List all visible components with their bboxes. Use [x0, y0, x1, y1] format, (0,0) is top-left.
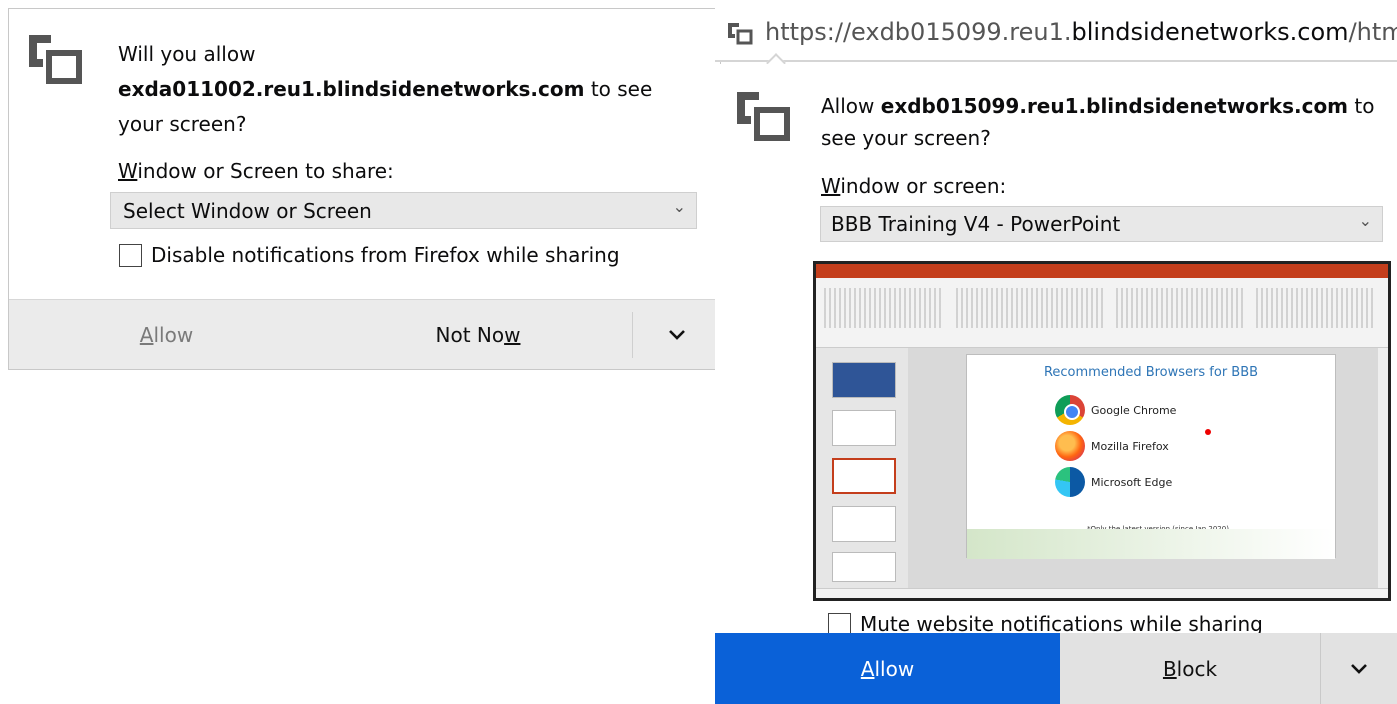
window-select-value: Select Window or Screen: [123, 199, 372, 223]
dialog-footer: Allow Not No w: [9, 299, 720, 369]
chevron-down-icon: [1351, 663, 1367, 674]
screen-share-icon: [29, 35, 82, 84]
share-prompt: Will you allow exda011002.reu1.blindside…: [118, 37, 698, 142]
checkbox-icon[interactable]: [119, 243, 142, 267]
url-text[interactable]: https://exdb015099.reu1.blindsidenetwork…: [765, 18, 1397, 46]
dialog-footer: Allow Block: [715, 633, 1397, 704]
screen-share-icon: [737, 92, 790, 141]
window-preview: Recommended Browsers for BBB Google Chro…: [813, 261, 1391, 601]
not-now-button[interactable]: Not No w: [324, 300, 632, 370]
window-select[interactable]: Select Window or Screen ⌄: [110, 192, 697, 229]
prompt-text: Will you allow: [118, 42, 256, 66]
preview-titlebar: [816, 264, 1388, 278]
allow-button[interactable]: Allow: [715, 633, 1060, 704]
firefox-logo-icon: [1055, 431, 1085, 461]
disable-notifications-option[interactable]: Disable notifications from Firefox while…: [119, 243, 620, 267]
more-options-button[interactable]: [633, 300, 720, 370]
edge-logo-icon: [1055, 467, 1085, 497]
slide-title: Recommended Browsers for BBB: [1043, 365, 1259, 380]
more-options-button[interactable]: [1320, 633, 1397, 704]
select-label: Window or Screen to share:: [118, 159, 394, 183]
allow-button[interactable]: Allow: [9, 300, 324, 370]
share-prompt: Allow exdb015099.reu1.blindsidenetworks.…: [821, 94, 1375, 150]
slide-canvas: Recommended Browsers for BBB Google Chro…: [908, 348, 1388, 588]
chevron-down-icon: ⌄: [672, 197, 686, 216]
browser-row: Microsoft Edge: [1055, 467, 1172, 497]
share-screen-dialog-new: Allow exdb015099.reu1.blindsidenetworks.…: [715, 64, 1397, 704]
chrome-logo-icon: [1055, 395, 1085, 425]
select-label: Window or screen:: [821, 174, 1007, 198]
url-bar[interactable]: https://exdb015099.reu1.blindsidenetwork…: [715, 0, 1397, 62]
prompt-host: exda011002.reu1.blindsidenetworks.com: [118, 77, 585, 101]
window-select-value: BBB Training V4 - PowerPoint: [831, 212, 1121, 236]
screen-share-icon[interactable]: [727, 22, 753, 46]
slide-thumbnails: [816, 348, 908, 588]
chevron-down-icon: ⌄: [1358, 211, 1372, 230]
window-select[interactable]: BBB Training V4 - PowerPoint ⌄: [820, 206, 1383, 242]
preview-scrollbar: [1378, 348, 1388, 588]
slide-footer-band: [967, 529, 1335, 559]
browser-row: Google Chrome: [1055, 395, 1176, 425]
share-screen-dialog-old: Will you allow exda011002.reu1.blindside…: [8, 8, 721, 370]
preview-statusbar: [816, 588, 1388, 598]
chevron-down-icon: [668, 330, 685, 340]
browser-row: Mozilla Firefox: [1055, 431, 1169, 461]
preview-ribbon: [816, 278, 1388, 348]
block-button[interactable]: Block: [1060, 633, 1320, 704]
slide: Recommended Browsers for BBB Google Chro…: [966, 354, 1336, 559]
laser-pointer: [1205, 429, 1211, 435]
checkbox-label: Disable notifications from Firefox while…: [151, 243, 620, 267]
prompt-host: exdb015099.reu1.blindsidenetworks.com: [880, 94, 1349, 118]
